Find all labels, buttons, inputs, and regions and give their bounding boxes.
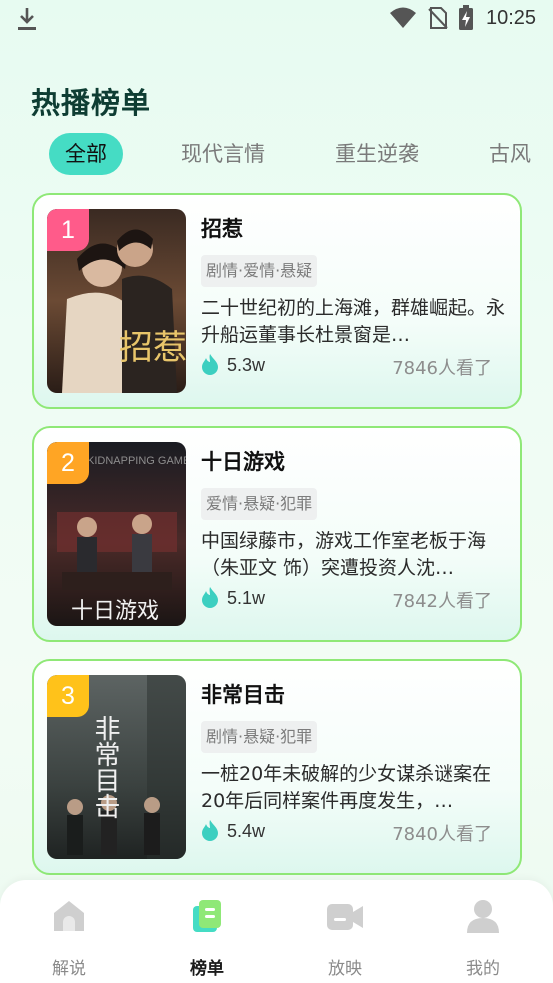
battery-charging-icon xyxy=(459,5,473,30)
drama-description: 二十世纪初的上海滩，群雄崛起。永升船运董事长杜景窗是… xyxy=(201,297,506,346)
drama-title[interactable]: 非常目击 xyxy=(201,679,285,709)
view-count: 7846人看了 xyxy=(392,358,492,379)
poster-title-text: 十日游戏 xyxy=(71,599,159,624)
ranking-icon xyxy=(193,900,221,932)
nav-item-ranking[interactable]: 榜单 xyxy=(167,898,247,979)
nav-label: 解说 xyxy=(52,959,86,979)
flame-icon xyxy=(202,354,218,375)
drama-description: 中国绿藤市，游戏工作室老板于海（朱亚文 饰）突遭投资人沈… xyxy=(201,530,487,579)
tab-ancient-style[interactable]: 古风 xyxy=(489,133,531,175)
category-tabs: 全部 现代言情 重生逆袭 古风 xyxy=(0,133,553,177)
ranking-card[interactable]: KIDNAPPING GAME 十日游戏 2 十日游戏 爱情·悬疑·犯罪 中国绿… xyxy=(32,426,522,642)
heat-count: 5.4w xyxy=(227,821,266,841)
genre-tags: 爱情·悬疑·犯罪 xyxy=(201,488,318,520)
poster-image[interactable]: 非常目击 3 xyxy=(47,675,186,859)
rank-badge: 2 xyxy=(47,442,89,484)
flame-icon xyxy=(202,587,218,608)
nav-item-commentary[interactable]: 解说 xyxy=(29,898,109,979)
flame-icon xyxy=(202,820,218,841)
bottom-nav: 解说 榜单 放映 我的 xyxy=(0,880,553,983)
home-icon xyxy=(54,901,84,931)
drama-description: 一桩20年未破解的少女谋杀谜案在20年后同样案件再度发生，… xyxy=(201,763,492,812)
view-count: 7842人看了 xyxy=(392,591,492,612)
status-bar: 10:25 xyxy=(0,0,553,38)
tab-modern-romance[interactable]: 现代言情 xyxy=(181,133,265,175)
tab-rebirth[interactable]: 重生逆袭 xyxy=(335,133,419,175)
genre-tags: 剧情·悬疑·犯罪 xyxy=(201,721,318,753)
drama-title[interactable]: 十日游戏 xyxy=(201,446,285,476)
nav-label: 放映 xyxy=(328,959,362,979)
status-time: 10:25 xyxy=(486,7,537,29)
rank-badge: 3 xyxy=(47,675,89,717)
drama-title[interactable]: 招惹 xyxy=(201,213,243,243)
no-sim-icon xyxy=(428,7,448,29)
heat-count: 5.1w xyxy=(227,588,266,608)
ranking-card[interactable]: 非常目击 3 非常目击 剧情·悬疑·犯罪 一桩20年未破解的少女谋杀谜案在20年… xyxy=(32,659,522,875)
poster-subtitle-text: KIDNAPPING GAME xyxy=(87,455,186,467)
poster-image[interactable]: 招惹 1 xyxy=(47,209,186,393)
nav-label: 我的 xyxy=(466,959,500,979)
genre-tags: 剧情·爱情·悬疑 xyxy=(201,255,318,287)
tab-all[interactable]: 全部 xyxy=(49,133,123,175)
nav-item-screening[interactable]: 放映 xyxy=(305,898,385,979)
nav-label: 榜单 xyxy=(190,959,224,979)
video-camera-icon xyxy=(327,904,363,930)
poster-title-text: 招惹 xyxy=(119,328,186,368)
page-title: 热播榜单 xyxy=(31,86,152,120)
profile-icon xyxy=(467,900,499,933)
heat-count: 5.3w xyxy=(227,355,266,375)
download-icon xyxy=(18,8,36,30)
poster-title-text: 非常目击 xyxy=(90,715,120,819)
ranking-card[interactable]: 招惹 1 招惹 剧情·爱情·悬疑 二十世纪初的上海滩，群雄崛起。永升船运董事长杜… xyxy=(32,193,522,409)
view-count: 7840人看了 xyxy=(392,824,492,845)
rank-badge: 1 xyxy=(47,209,89,251)
wifi-icon xyxy=(390,7,416,28)
nav-item-profile[interactable]: 我的 xyxy=(443,898,523,979)
poster-image[interactable]: KIDNAPPING GAME 十日游戏 2 xyxy=(47,442,186,626)
